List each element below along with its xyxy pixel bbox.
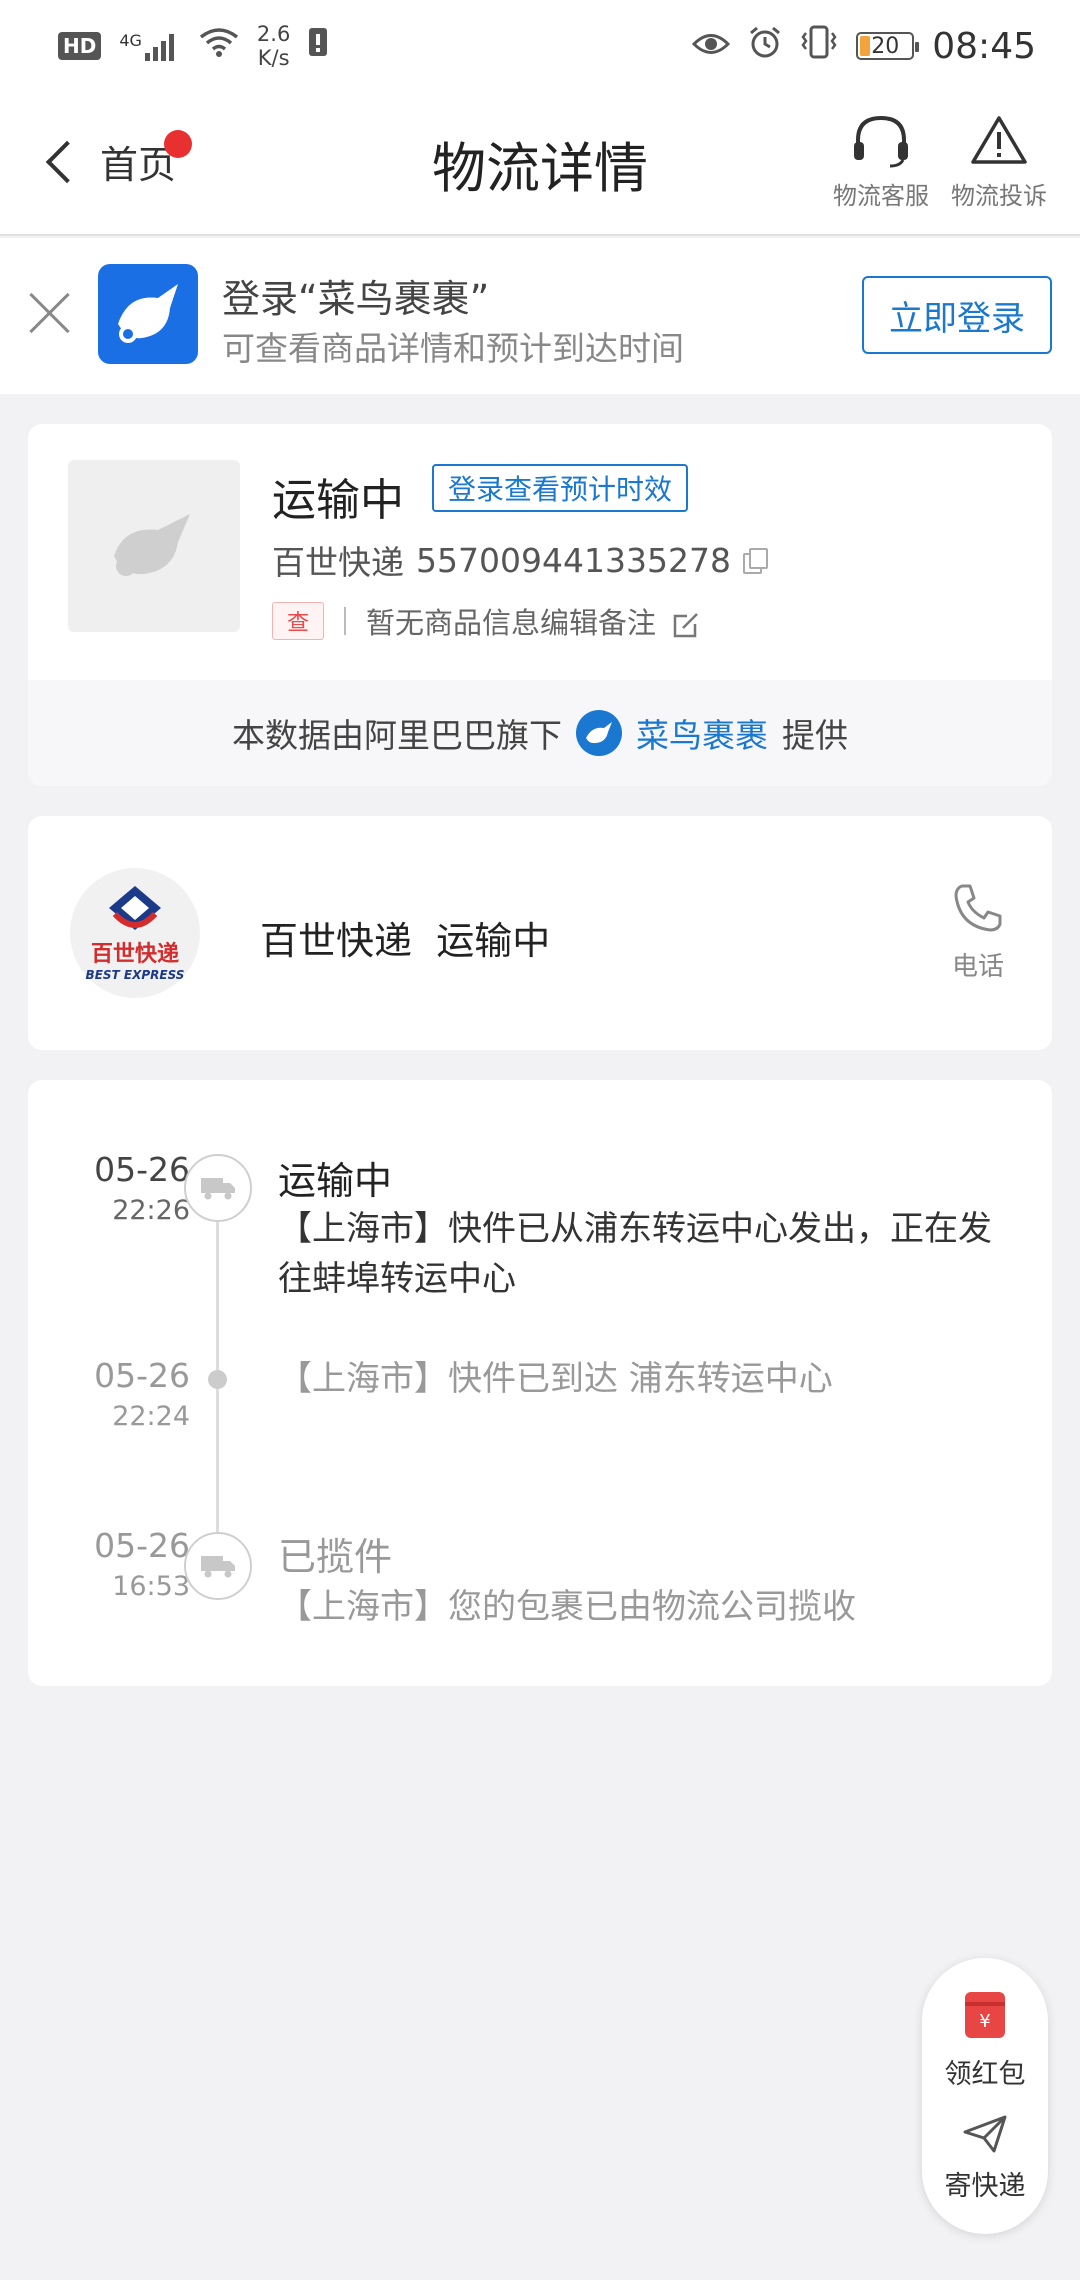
eye-icon — [692, 26, 731, 66]
speed-value: 2.6 — [256, 22, 291, 46]
red-packet-label: 领红包 — [944, 2059, 1026, 2090]
phone-button[interactable]: 电话 — [938, 880, 1018, 983]
timeline-title: 运输中 — [278, 1159, 393, 1203]
signal-icon: 4G — [119, 31, 181, 61]
package-thumbnail — [68, 460, 240, 632]
nav-header: 首页 物流详情 物流客服 物流投诉 — [0, 92, 1080, 236]
warning-icon — [971, 116, 1027, 164]
divider — [344, 607, 347, 635]
provided-suffix: 提供 — [782, 716, 848, 755]
timeline-date: 05-26 16:53 — [70, 1526, 190, 1602]
close-icon[interactable] — [26, 290, 72, 336]
logo-en-text: BEST EXPRESS — [85, 968, 185, 982]
login-now-button[interactable]: 立即登录 — [862, 276, 1052, 354]
status-right: 20 08:45 — [692, 25, 1036, 68]
edit-note-link[interactable]: 暂无商品信息编辑备注 — [366, 600, 701, 642]
vibrate-icon — [800, 25, 838, 68]
package-card: 运输中 登录查看预计时效 百世快递 557009441335278 查 暂无商品… — [28, 424, 1052, 786]
copy-icon[interactable] — [742, 548, 768, 574]
truck-icon — [184, 1154, 252, 1222]
tracking-info: 百世快递 557009441335278 — [272, 536, 768, 584]
timeline-line — [216, 1190, 219, 1590]
date: 05-26 — [94, 1526, 190, 1565]
check-badge[interactable]: 查 — [272, 602, 325, 640]
date: 05-26 — [94, 1356, 190, 1395]
speed-unit: K/s — [257, 46, 290, 70]
carrier-name: 百世快递 — [272, 543, 404, 582]
package-status: 运输中 — [272, 475, 404, 526]
alarm-icon — [748, 25, 782, 68]
tracking-number: 557009441335278 — [416, 540, 731, 580]
clock: 08:45 — [932, 25, 1036, 67]
banner-title: 登录“菜鸟裹裹” — [222, 277, 490, 321]
alert-icon — [308, 26, 328, 67]
timeline-desc: 【上海市】您的包裹已由物流公司揽收 — [278, 1587, 856, 1627]
timeline-date: 05-26 22:24 — [70, 1356, 190, 1432]
eta-login-tag[interactable]: 登录查看预计时效 — [432, 464, 689, 512]
time: 16:53 — [112, 1571, 190, 1602]
provided-prefix: 本数据由阿里巴巴旗下 — [232, 716, 562, 755]
send-express-label: 寄快递 — [944, 2171, 1026, 2202]
data-source-bar: 本数据由阿里巴巴旗下 菜鸟裹裹 提供 — [28, 680, 1052, 786]
cainiao-icon — [576, 710, 622, 756]
carrier-card: 百世快递 BEST EXPRESS 百世快递 运输中 电话 — [28, 816, 1052, 1050]
bird-icon — [114, 514, 190, 576]
login-banner: 登录“菜鸟裹裹” 可查看商品详情和预计到达时间 立即登录 — [0, 238, 1080, 394]
truck-icon — [184, 1532, 252, 1600]
status-bar: HD 4G 2.6 K/s 20 08:45 — [0, 0, 1080, 92]
best-express-logo: 百世快递 BEST EXPRESS — [70, 868, 200, 998]
status-left: HD 4G 2.6 K/s — [58, 22, 328, 70]
item-info-text: 暂无商品信息编辑备注 — [366, 606, 657, 640]
floating-actions: ¥ 领红包 寄快递 — [922, 1958, 1048, 2234]
carrier-name: 百世快递 — [260, 919, 413, 963]
cainiao-app-logo — [98, 264, 198, 364]
red-packet-icon: ¥ — [965, 1992, 1005, 2038]
headset-icon — [854, 115, 908, 168]
red-packet-button[interactable]: ¥ 领红包 — [922, 1992, 1048, 2091]
best-express-mark-icon — [109, 886, 161, 930]
time: 22:26 — [112, 1195, 190, 1226]
yuan-symbol: ¥ — [979, 2010, 991, 2032]
phone-label: 电话 — [951, 952, 1004, 982]
logo-cn-text: 百世快递 — [90, 942, 179, 967]
logistics-complaint-button[interactable]: 物流投诉 — [944, 112, 1054, 211]
banner-subtitle: 可查看商品详情和预计到达时间 — [222, 329, 684, 368]
timeline-title: 已揽件 — [278, 1535, 393, 1579]
timeline-dot — [208, 1370, 227, 1389]
timeline-desc: 【上海市】快件已到达 浦东转运中心 — [278, 1359, 833, 1399]
provided-brand[interactable]: 菜鸟裹裹 — [636, 709, 768, 757]
tracking-timeline: 05-26 22:26 运输中 【上海市】快件已从浦东转运中心发出，正在发往蚌埠… — [28, 1080, 1052, 1686]
wifi-icon — [199, 26, 239, 66]
logistics-service-button[interactable]: 物流客服 — [826, 112, 936, 211]
complaint-label: 物流投诉 — [951, 182, 1047, 210]
battery-level: 20 — [871, 33, 900, 59]
send-express-button[interactable]: 寄快递 — [922, 2114, 1048, 2203]
service-label: 物流客服 — [833, 182, 929, 210]
item-info-row: 查 暂无商品信息编辑备注 — [272, 600, 701, 642]
paper-plane-icon — [963, 2115, 1007, 2153]
timeline-date: 05-26 22:26 — [70, 1150, 190, 1226]
carrier-status-text: 运输中 — [436, 919, 551, 963]
battery-icon: 20 — [856, 32, 920, 60]
hd-badge: HD — [58, 32, 102, 60]
network-type: 4G — [119, 31, 142, 50]
phone-icon — [954, 884, 1002, 932]
timeline-desc: 【上海市】快件已从浦东转运中心发出，正在发往蚌埠转运中心 — [278, 1209, 992, 1299]
date: 05-26 — [94, 1150, 190, 1189]
time: 22:24 — [112, 1401, 190, 1432]
network-speed: 2.6 K/s — [257, 22, 290, 70]
carrier-status: 百世快递 运输中 — [260, 910, 550, 965]
edit-icon — [674, 613, 699, 638]
